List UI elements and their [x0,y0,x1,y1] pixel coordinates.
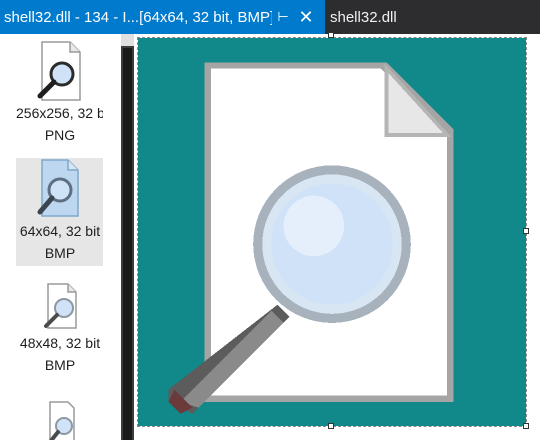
document-search-icon [37,159,79,217]
document-search-icon [44,283,77,329]
image-type-item[interactable] [16,400,103,440]
scroll-thumb[interactable] [123,48,132,440]
pixel-canvas[interactable] [138,38,526,426]
thumb-size-label: 48x48, 32 bit [19,335,101,351]
vertical-scrollbar[interactable] [121,34,134,440]
thumb-size-label: 64x64, 32 bit [19,223,101,239]
resize-handle-bottom[interactable] [328,423,334,429]
resize-handle-right[interactable] [523,228,529,234]
document-tabstrip: shell32.dll - 134 - I...[64x64, 32 bit, … [0,0,540,34]
image-type-list: 256x256, 32 bit PNG 64x64, 32 bit BMP 48… [0,34,103,440]
canvas-selection-frame [137,37,527,427]
image-editor [134,32,540,440]
document-search-icon [49,401,75,440]
pin-icon[interactable]: ⊢ [272,9,294,25]
thumb-size-label: 256x256, 32 bit [16,105,103,121]
thumb-format-label: PNG [44,127,76,143]
close-icon[interactable]: ✕ [294,7,318,28]
tab-title: shell32.dll - 134 - I...[64x64, 32 bit, … [4,8,272,26]
thumb-format-label: BMP [44,245,76,261]
image-type-item[interactable]: 256x256, 32 bit PNG [16,40,103,152]
scroll-up-button[interactable] [121,34,134,46]
tab-icon-editor[interactable]: shell32.dll - 134 - I...[64x64, 32 bit, … [0,0,325,34]
tab-shell32[interactable]: shell32.dll [330,0,397,34]
tab-title: shell32.dll [330,8,397,26]
resize-handle-top[interactable] [328,32,334,38]
panel-splitter[interactable] [103,34,121,440]
thumb-format-label: BMP [44,357,76,373]
image-type-item[interactable]: 48x48, 32 bit BMP [16,282,103,382]
image-type-item-selected[interactable]: 64x64, 32 bit BMP [16,158,103,266]
document-search-icon [37,41,81,101]
resize-handle-corner[interactable] [523,423,529,429]
